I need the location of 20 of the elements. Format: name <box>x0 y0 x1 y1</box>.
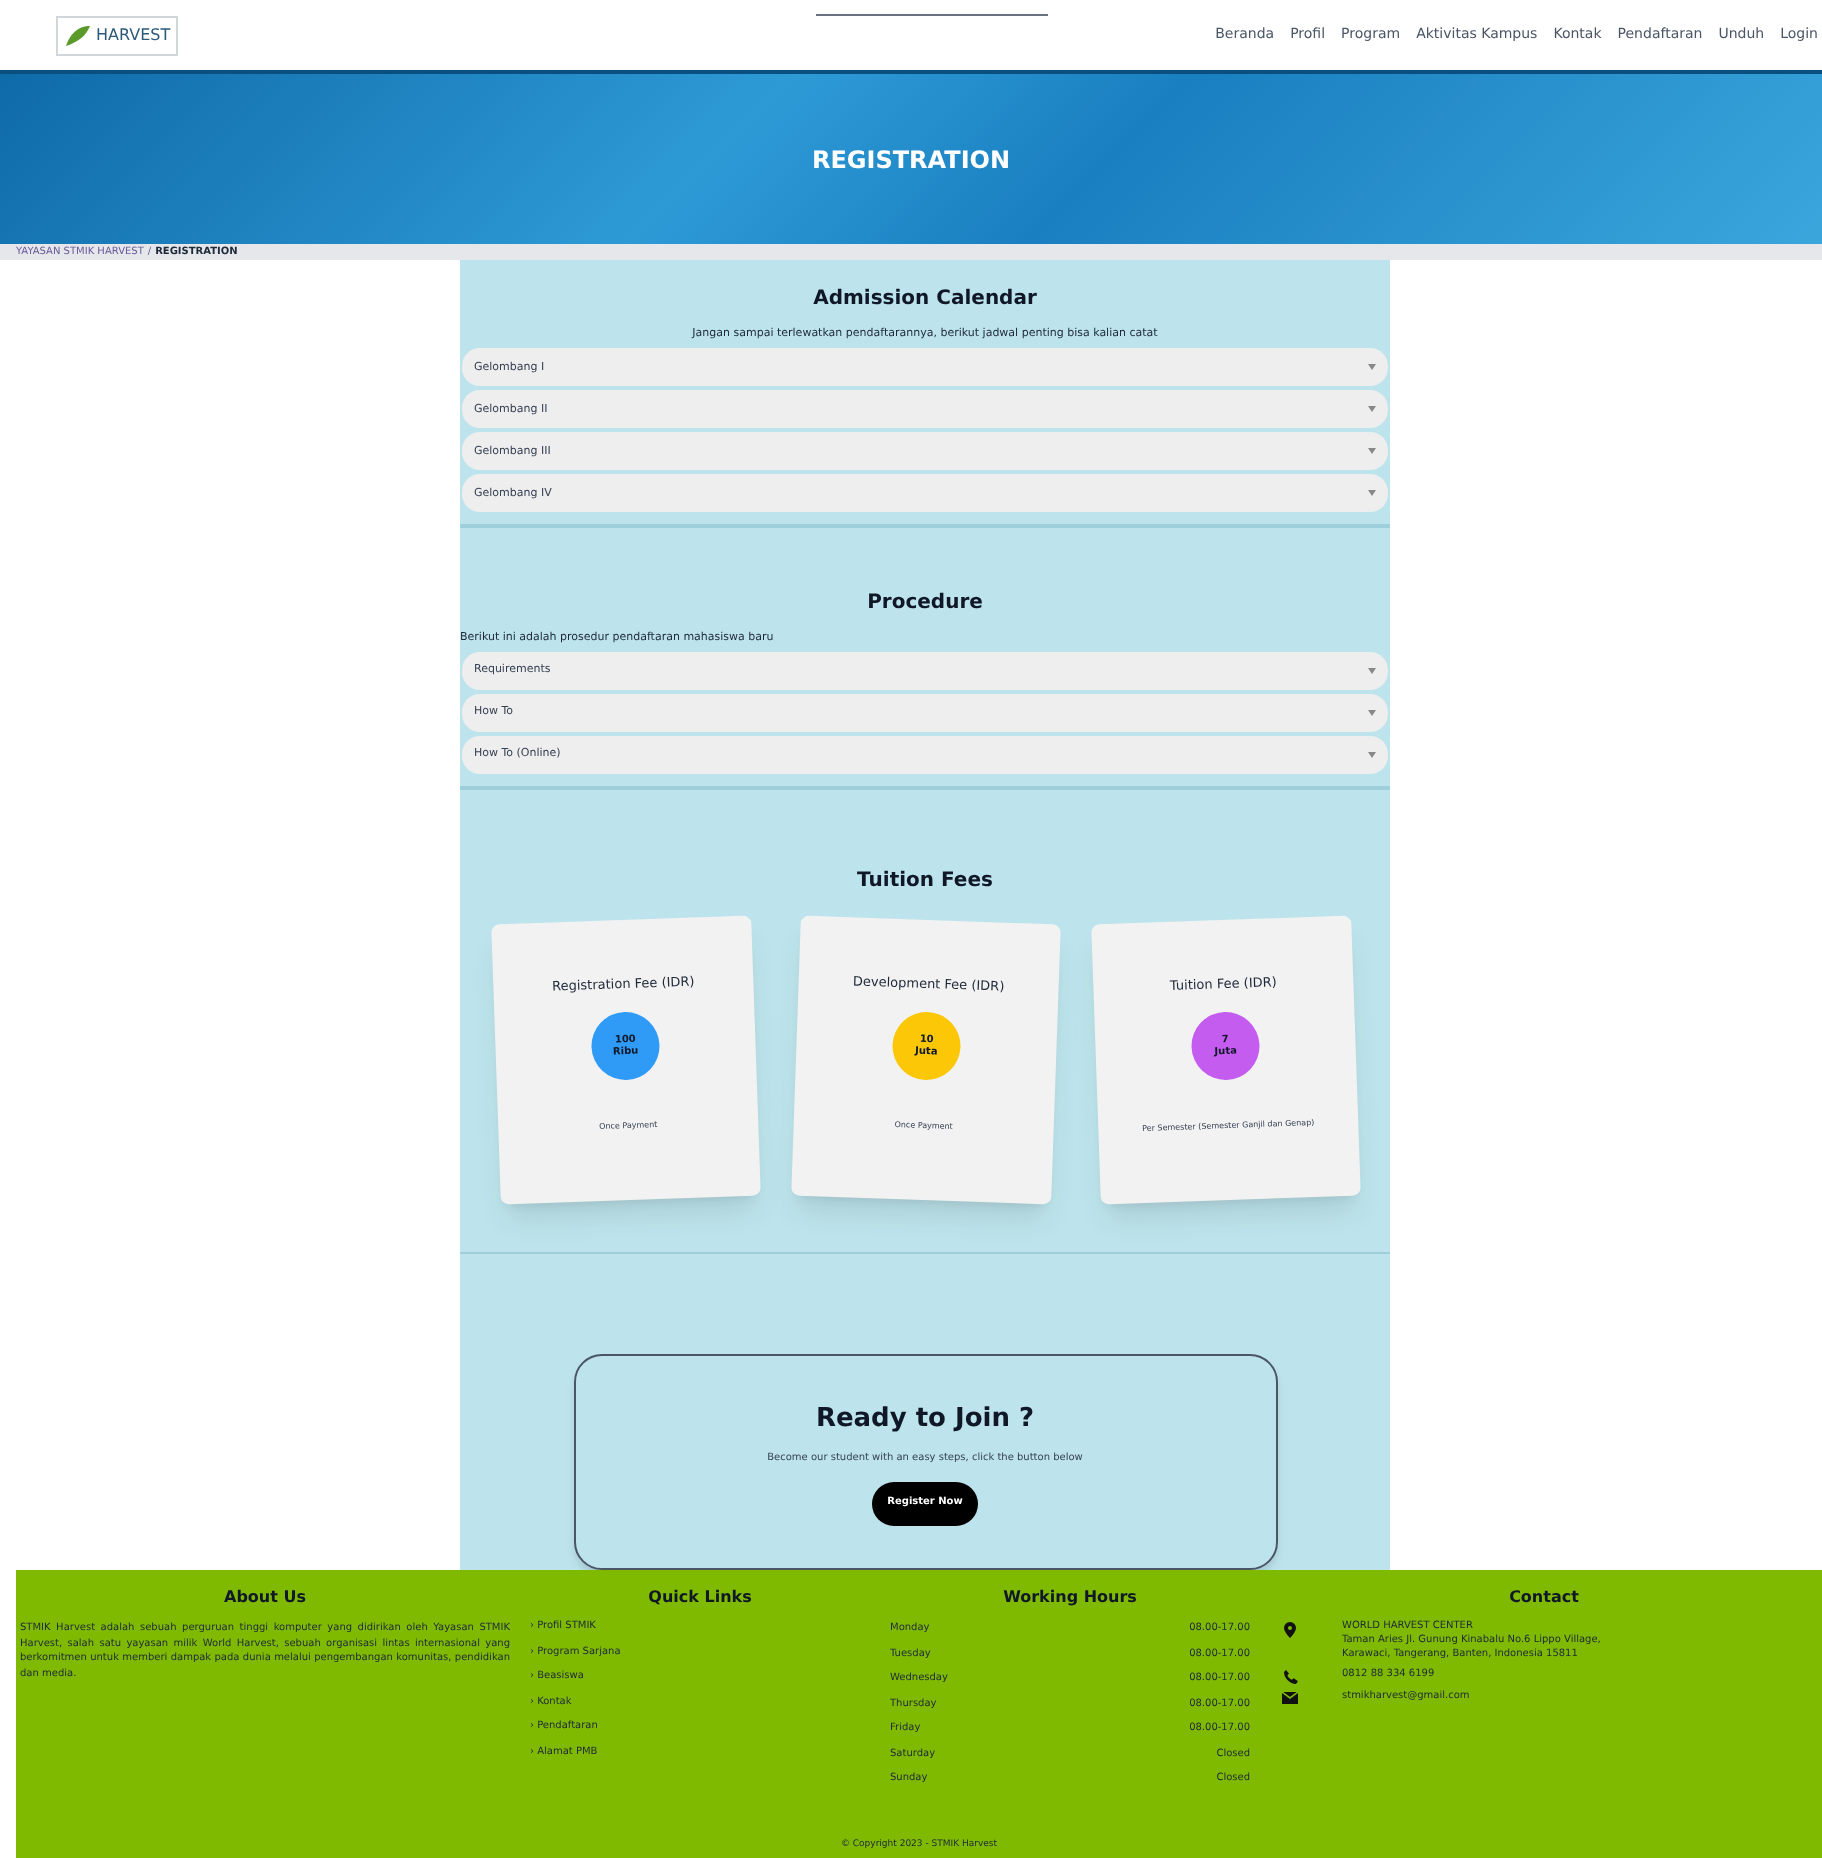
chevron-icon <box>1368 490 1376 497</box>
envelope-icon <box>1282 1692 1298 1704</box>
chevron-icon <box>1368 668 1376 674</box>
footer-heading: Working Hours <box>1001 1586 1139 1610</box>
section-title: Tuition Fees <box>857 868 993 896</box>
logo[interactable]: HARVEST <box>56 15 179 55</box>
page-title: REGISTRATION <box>811 143 1011 177</box>
chevron-icon <box>1368 406 1376 413</box>
chevron-icon <box>1368 710 1376 716</box>
phone-icon <box>1283 1670 1297 1684</box>
footer-heading: Contact <box>1507 1586 1581 1610</box>
section-title: Procedure <box>865 589 985 618</box>
section-title: Admission Calendar <box>811 286 1039 314</box>
chevron-icon <box>1368 364 1376 371</box>
chevron-icon <box>1368 752 1376 758</box>
cta-title: Ready to Join ? <box>815 1402 1035 1438</box>
chevron-icon <box>1368 448 1376 455</box>
map-pin-icon <box>1284 1622 1296 1638</box>
footer-heading: About Us <box>222 1586 308 1610</box>
footer-heading: Quick Links <box>646 1586 754 1610</box>
